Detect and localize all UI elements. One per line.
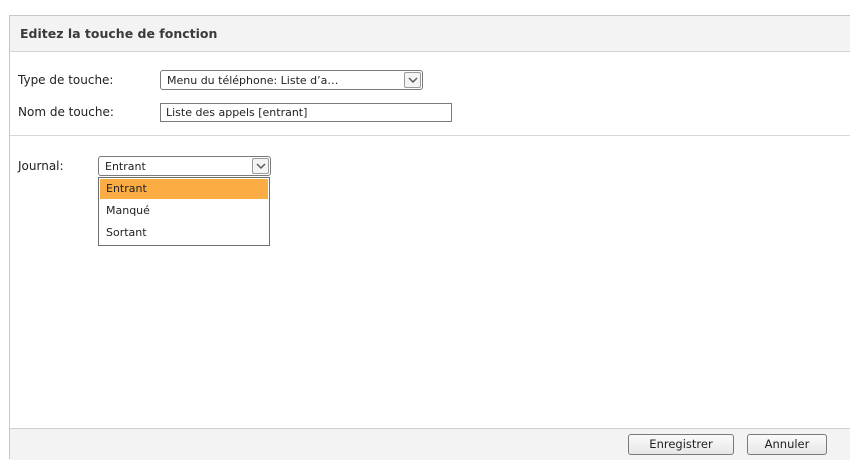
- journal-option-sortant[interactable]: Sortant: [100, 223, 268, 243]
- journal-selected-value: Entrant: [105, 160, 146, 173]
- key-type-dropdown-button[interactable]: [404, 72, 421, 88]
- key-name-label: Nom de touche:: [18, 105, 114, 119]
- key-type-select[interactable]: Menu du téléphone: Liste d’a…: [160, 70, 423, 90]
- journal-option-entrant[interactable]: Entrant: [100, 179, 268, 199]
- journal-option-manque[interactable]: Manqué: [100, 201, 268, 221]
- journal-label: Journal:: [18, 159, 64, 173]
- key-name-input[interactable]: Liste des appels [entrant]: [160, 103, 452, 122]
- save-button[interactable]: Enregistrer: [628, 434, 734, 455]
- key-type-label: Type de touche:: [18, 73, 114, 87]
- chevron-down-icon: [256, 163, 266, 169]
- dialog-header: Editez la touche de fonction: [10, 16, 850, 52]
- edit-function-key-dialog: Editez la touche de fonction Type de tou…: [9, 15, 850, 460]
- journal-dropdown-list: Entrant Manqué Sortant: [98, 177, 270, 246]
- chevron-down-icon: [408, 77, 418, 83]
- dialog-title: Editez la touche de fonction: [20, 26, 218, 41]
- dialog-footer: Enregistrer Annuler: [10, 428, 850, 460]
- cancel-button[interactable]: Annuler: [747, 434, 827, 455]
- journal-dropdown-button[interactable]: [252, 158, 269, 174]
- key-type-selected-value: Menu du téléphone: Liste d’a…: [167, 74, 339, 87]
- key-name-value: Liste des appels [entrant]: [166, 106, 308, 119]
- journal-select[interactable]: Entrant: [98, 156, 271, 176]
- section-divider: [10, 135, 850, 136]
